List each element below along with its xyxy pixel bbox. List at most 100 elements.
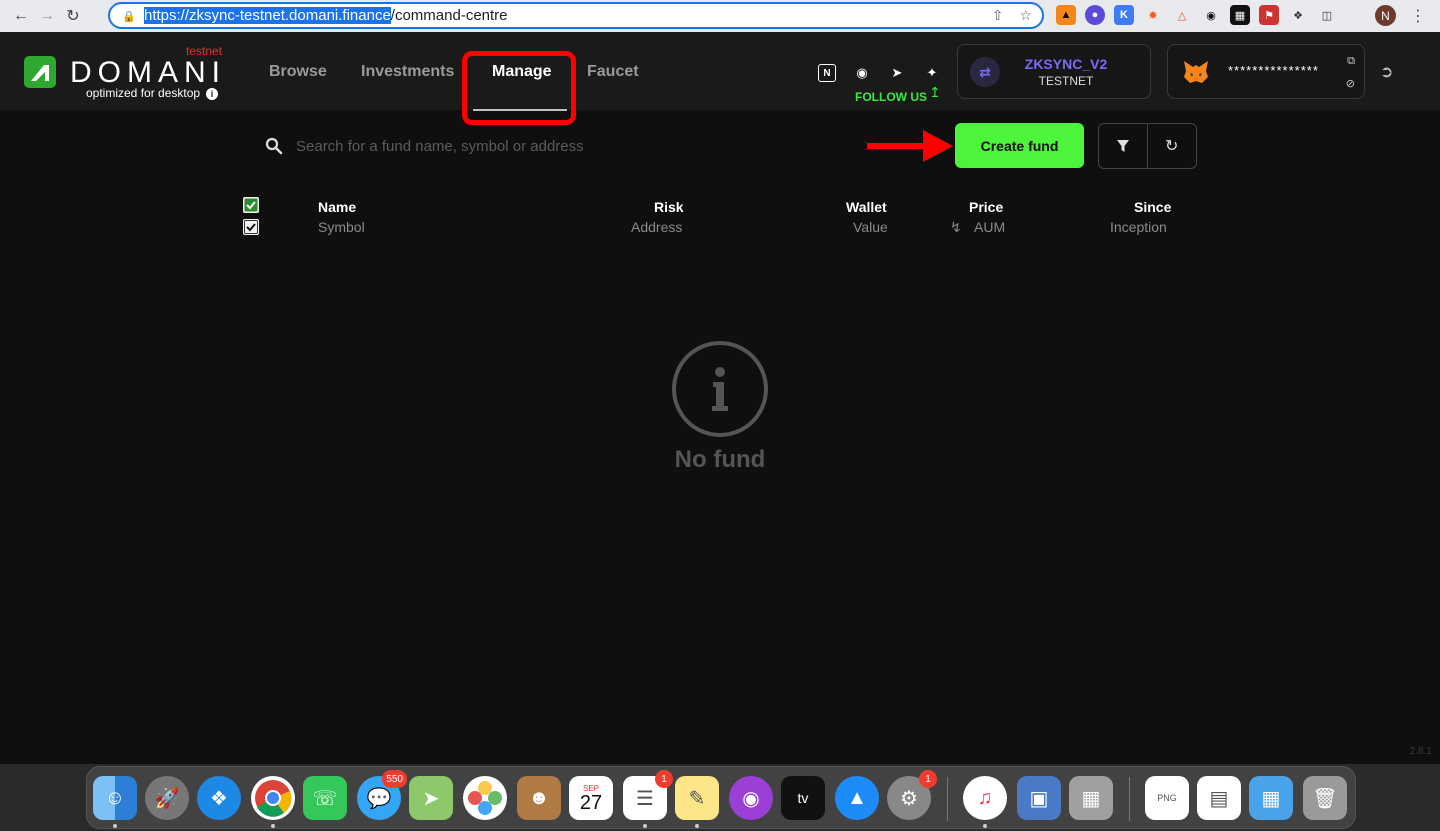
trash-icon[interactable]: 🗑 xyxy=(1303,776,1347,820)
wallet-panel[interactable]: *************** ⧉ ⊘ xyxy=(1167,44,1365,99)
column-subheader-aum[interactable]: AUM xyxy=(974,219,1005,235)
show-symbol-checkbox[interactable] xyxy=(243,219,259,235)
calendar-day: 27 xyxy=(579,791,603,814)
column-header-name[interactable]: Name xyxy=(318,199,356,215)
reminders-icon[interactable]: ☰ 1 xyxy=(623,770,673,820)
app-store-icon[interactable]: ▲ xyxy=(835,776,879,820)
chrome-icon[interactable] xyxy=(251,776,295,820)
photos-icon[interactable] xyxy=(463,776,507,820)
select-all-checkbox[interactable] xyxy=(243,197,259,213)
nav-browse[interactable]: Browse xyxy=(269,63,327,81)
reload-icon[interactable]: ↻ xyxy=(60,3,86,29)
grid-extension-icon[interactable]: ▦ xyxy=(1230,5,1250,25)
red-arrow-annotation xyxy=(867,130,953,162)
network-type: TESTNET xyxy=(1038,74,1094,88)
testnet-badge: testnet xyxy=(186,44,223,58)
browser-menu-icon[interactable]: ⋮ xyxy=(1410,6,1426,26)
network-name: ZKSYNC_V2 xyxy=(1024,56,1108,72)
sort-desc-icon[interactable]: ↯ xyxy=(950,219,962,236)
keplr-extension-icon[interactable]: K xyxy=(1114,5,1134,25)
notion-icon[interactable]: N xyxy=(818,64,836,82)
follow-us-label: FOLLOW US xyxy=(855,90,927,104)
notes-icon[interactable]: ✎ xyxy=(675,776,719,820)
wallet-address: *************** xyxy=(1228,63,1319,78)
macos-dock: ☺ 🚀 ❖ ☏ 💬 550 ➤ ☻ SEP 27 ☰ 1 ✎ ◉ tv ▲ ⚙ 1 ♫… xyxy=(86,766,1356,829)
domani-logo-icon[interactable] xyxy=(24,56,56,88)
reminders-badge: 1 xyxy=(655,770,673,788)
globe-extension-icon[interactable]: ◉ xyxy=(1201,5,1221,25)
column-subheader-address[interactable]: Address xyxy=(631,219,682,235)
info-circle-icon xyxy=(672,341,768,437)
column-header-since[interactable]: Since xyxy=(1134,199,1171,215)
messages-icon[interactable]: 💬 550 xyxy=(357,770,407,820)
document-icon[interactable]: ▤ xyxy=(1197,776,1241,820)
ghost-extension-icon[interactable]: ● xyxy=(1085,5,1105,25)
browser-toolbar: ← → ↻ 🔒 https://zksync-testnet.domani.fi… xyxy=(0,0,1440,32)
running-indicator xyxy=(695,824,699,828)
social-links: N ◉ ➤ ✦ xyxy=(818,64,941,82)
nav-investments[interactable]: Investments xyxy=(361,63,454,81)
png-file-icon[interactable]: PNG xyxy=(1145,776,1189,820)
nav-faucet[interactable]: Faucet xyxy=(587,63,639,81)
refresh-icon[interactable]: ↻ xyxy=(1148,124,1197,168)
url-selected: https://zksync-testnet.domani.finance xyxy=(144,7,391,24)
starburst-extension-icon[interactable]: ✸ xyxy=(1143,5,1163,25)
finder-icon[interactable]: ☺ xyxy=(93,776,137,820)
logo-text: DOMANI xyxy=(70,56,226,89)
column-header-price[interactable]: Price xyxy=(969,199,1003,215)
column-header-risk[interactable]: Risk xyxy=(654,199,684,215)
calendar-icon[interactable]: SEP 27 xyxy=(569,776,613,820)
column-header-wallet[interactable]: Wallet xyxy=(846,199,887,215)
safari-icon[interactable]: ❖ xyxy=(197,776,241,820)
create-fund-button[interactable]: Create fund xyxy=(955,123,1084,168)
running-indicator xyxy=(983,824,987,828)
copy-icon[interactable]: ⧉ xyxy=(1347,55,1355,68)
calculator-icon[interactable]: ▦ xyxy=(1069,776,1113,820)
downloads-folder-icon[interactable]: ▦ xyxy=(1249,776,1293,820)
contacts-icon[interactable]: ☻ xyxy=(517,776,561,820)
messages-badge: 550 xyxy=(382,770,407,788)
bookmark-star-icon[interactable]: ☆ xyxy=(1019,7,1032,24)
dock-separator xyxy=(947,777,948,821)
dock-separator xyxy=(1129,777,1130,821)
column-subheader-symbol[interactable]: Symbol xyxy=(318,219,365,235)
tagline: optimized for desktop i xyxy=(86,86,219,100)
back-icon[interactable]: ← xyxy=(8,3,34,29)
discord-icon[interactable]: ◉ xyxy=(853,64,871,82)
profile-avatar[interactable]: N xyxy=(1375,5,1396,26)
flag-extension-icon[interactable]: ⚑ xyxy=(1259,5,1279,25)
puzzle-extension-icon[interactable]: ❖ xyxy=(1288,5,1308,25)
music-icon[interactable]: ♫ xyxy=(963,776,1007,820)
logout-icon[interactable]: ➲ xyxy=(1380,62,1393,82)
launchpad-icon[interactable]: 🚀 xyxy=(145,776,189,820)
running-indicator xyxy=(643,824,647,828)
running-indicator xyxy=(271,824,275,828)
url-path: /command-centre xyxy=(390,7,508,24)
app-header: DOMANI testnet optimized for desktop i Br… xyxy=(0,32,1440,125)
running-indicator xyxy=(113,824,117,828)
telegram-icon[interactable]: ➤ xyxy=(888,64,906,82)
column-subheader-value[interactable]: Value xyxy=(853,219,888,235)
app-version: 2.8.1 xyxy=(1409,746,1432,757)
arbitrum-extension-icon[interactable]: △ xyxy=(1172,5,1192,25)
column-subheader-inception[interactable]: Inception xyxy=(1110,219,1167,235)
hide-eye-icon[interactable]: ⊘ xyxy=(1346,77,1355,90)
network-selector[interactable]: ⇄ ZKSYNC_V2 TESTNET xyxy=(957,44,1151,99)
twitter-icon[interactable]: ✦ xyxy=(923,64,941,82)
preview-icon[interactable]: ▣ xyxy=(1017,776,1061,820)
system-settings-icon[interactable]: ⚙ 1 xyxy=(887,770,937,820)
filter-icon[interactable] xyxy=(1099,124,1148,168)
info-icon[interactable]: i xyxy=(206,88,219,100)
search-input[interactable] xyxy=(296,134,836,158)
share-icon[interactable]: ⇧ xyxy=(992,7,1004,24)
table-tools: ↻ xyxy=(1098,123,1197,169)
facetime-icon[interactable]: ☏ xyxy=(303,776,347,820)
sidepanel-icon[interactable]: ◫ xyxy=(1317,5,1337,25)
forward-icon[interactable]: → xyxy=(34,3,60,29)
apple-tv-icon[interactable]: tv xyxy=(781,776,825,820)
podcasts-icon[interactable]: ◉ xyxy=(729,776,773,820)
metamask-extension-icon[interactable]: ▲ xyxy=(1056,5,1076,25)
extensions-bar: ▲ ● K ✸ △ ◉ ▦ ⚑ ❖ ◫ xyxy=(1056,5,1337,25)
maps-icon[interactable]: ➤ xyxy=(409,776,453,820)
address-bar[interactable]: 🔒 https://zksync-testnet.domani.finance /… xyxy=(108,2,1044,29)
